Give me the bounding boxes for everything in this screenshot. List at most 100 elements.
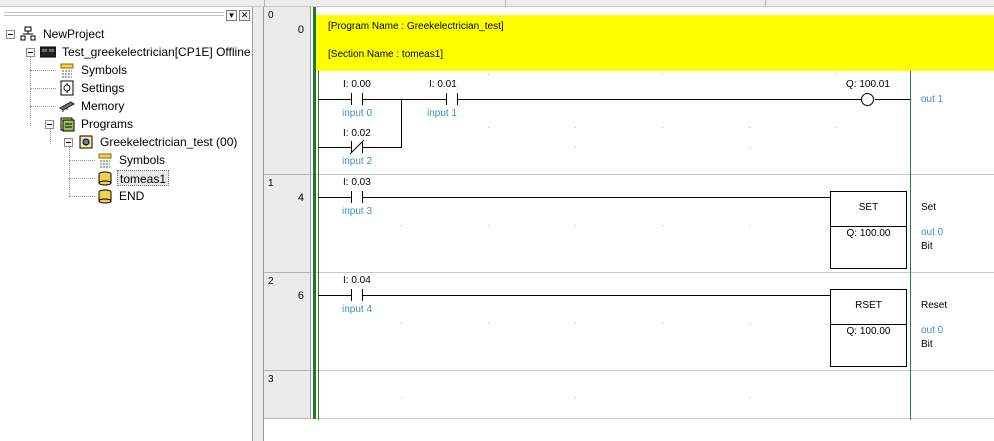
branch-wire: [318, 147, 351, 148]
rung-wire: [362, 295, 830, 296]
pin-button[interactable]: ▾: [226, 10, 237, 21]
instruction-comment: Set: [921, 202, 937, 213]
grid-dot: [575, 397, 576, 398]
grid-dot: [749, 397, 750, 398]
rung-gutter[interactable]: 0 0: [264, 7, 311, 175]
symbols-table-icon: [60, 63, 74, 78]
rung-area[interactable]: [311, 371, 994, 419]
section-database-icon: [98, 189, 112, 204]
grid-dot: [401, 225, 402, 226]
step-number: 4: [297, 192, 304, 204]
settings-icon: [60, 80, 74, 96]
strip-divider: [765, 0, 766, 7]
ladder-editor[interactable]: 0 0 1 4 2 6 3 [Program Name: Greekelect…: [264, 7, 994, 441]
top-toolbar-strip: [0, 0, 994, 7]
grid-dot: [488, 127, 489, 128]
grid-dot: [401, 397, 402, 398]
grid-dot: [401, 323, 402, 324]
grid-dot: [488, 225, 489, 226]
tree-item-section-selected[interactable]: tomeas1: [117, 170, 170, 186]
contact-symbol: input 4: [342, 304, 373, 315]
grid-dot: [662, 127, 663, 128]
rung-wire: [362, 99, 446, 100]
grid-dot: [749, 127, 750, 128]
rung-wire: [875, 99, 910, 100]
program-icon: [79, 135, 93, 149]
coil-address[interactable]: Q: 100.01: [846, 79, 890, 90]
instruction-comment: Reset: [921, 300, 948, 311]
rset-instruction-block[interactable]: RSET Q: 100.00: [830, 289, 907, 367]
operand-type: Bit: [921, 241, 933, 252]
rung-index: 3: [268, 374, 274, 385]
section-database-icon: [98, 171, 112, 186]
operand-symbol: out 0: [921, 325, 944, 336]
contact-symbol: input 1: [427, 108, 458, 119]
contact-address[interactable]: I: 0.00: [343, 79, 371, 90]
rung-wire: [318, 295, 351, 296]
collapse-toggle[interactable]: [6, 30, 15, 39]
tree-connector: [69, 160, 95, 161]
step-number: 6: [297, 290, 304, 302]
right-output-rail: [910, 70, 911, 420]
strip-divider: [505, 0, 506, 7]
rung-index: 2: [268, 276, 274, 287]
rung-gutter[interactable]: 3: [264, 371, 311, 419]
instruction-divider: [831, 226, 906, 227]
contact-symbol: input 0: [342, 108, 373, 119]
tree-item-label: tomeas1: [120, 172, 167, 186]
tree-connector: [30, 88, 56, 89]
left-bus-line: [318, 70, 319, 420]
instruction-divider: [831, 324, 906, 325]
tree-connector: [50, 128, 51, 144]
rung-wire: [362, 197, 830, 198]
contact-bar: [446, 93, 447, 105]
rung-gutter[interactable]: 1 4: [264, 175, 311, 273]
contact-address[interactable]: I: 0.04: [343, 275, 371, 286]
contact-address[interactable]: I: 0.02: [343, 128, 371, 139]
contact-symbol: input 3: [342, 206, 373, 217]
coil-symbol: out 1: [921, 94, 944, 105]
tree-item-label: Greekelectrician_test (00): [100, 135, 238, 149]
section-name-comment: [Section Name : tomeas1]: [328, 49, 444, 60]
grid-dot: [749, 323, 750, 324]
contact-bar: [351, 289, 352, 301]
instruction-operand: Q: 100.00: [846, 228, 891, 239]
strip-divider: [264, 0, 265, 7]
symbols-table-icon: [98, 153, 112, 168]
tree-connector: [30, 57, 31, 126]
memory-chip-icon: [59, 101, 75, 112]
grid-dot: [488, 74, 489, 75]
grid-dot: [575, 225, 576, 226]
grid-dot: [575, 147, 576, 148]
programs-icon: [60, 117, 75, 132]
grid-dot: [662, 225, 663, 226]
header-grip: [4, 15, 224, 16]
set-instruction-block[interactable]: SET Q: 100.00: [830, 191, 907, 269]
rung-index: 0: [268, 10, 274, 21]
contact-address[interactable]: I: 0.03: [343, 177, 371, 188]
collapse-toggle[interactable]: [45, 120, 54, 129]
grid-dot: [575, 127, 576, 128]
tree-connector: [69, 178, 95, 179]
close-pane-button[interactable]: ✕: [239, 10, 250, 21]
rung-wire: [318, 197, 351, 198]
grid-dot: [836, 74, 837, 75]
rung-wire: [457, 99, 861, 100]
tree-item-label: NewProject: [43, 27, 105, 41]
collapse-toggle[interactable]: [26, 48, 35, 57]
pane-splitter[interactable]: [253, 7, 264, 441]
tree-connector: [30, 70, 56, 71]
tree-item-label: Symbols: [81, 63, 128, 77]
program-comment-block[interactable]: [Program Name : Greekelectrician_test] […: [316, 15, 994, 71]
header-grip: [4, 12, 224, 13]
rung-gutter[interactable]: 2 6: [264, 273, 311, 371]
project-tree-pane: ▾ ✕ NewProject Test_greekelectrician[CP1…: [0, 7, 253, 441]
tree-connector: [69, 196, 95, 197]
branch-wire: [401, 99, 402, 148]
tree-item-label: Memory: [81, 99, 125, 113]
tree-connector: [30, 106, 56, 107]
output-coil[interactable]: [861, 93, 874, 106]
collapse-toggle[interactable]: [64, 138, 73, 147]
contact-address[interactable]: I: 0.01: [429, 79, 457, 90]
instruction-name: SET: [858, 202, 879, 213]
